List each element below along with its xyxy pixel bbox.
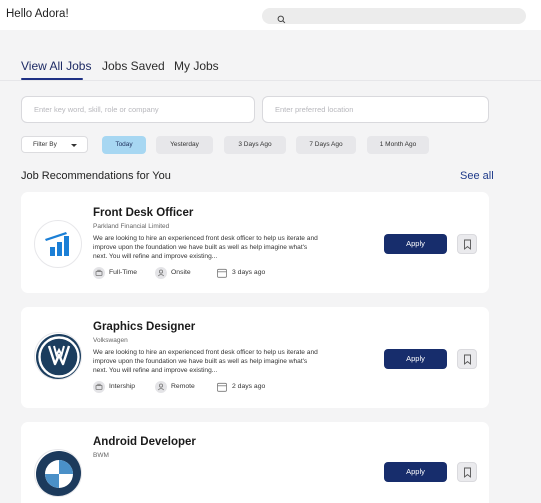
- person-icon: [155, 267, 167, 279]
- apply-button[interactable]: Apply: [384, 462, 447, 482]
- calendar-icon: [216, 381, 228, 393]
- company-name: BWM: [93, 452, 109, 459]
- bookmark-button[interactable]: [457, 234, 477, 254]
- calendar-icon: [216, 267, 228, 279]
- bookmark-button[interactable]: [457, 462, 477, 482]
- job-description: We are looking to hire an experienced fr…: [93, 349, 318, 374]
- job-card[interactable]: Android Developer BWM Apply: [21, 422, 489, 503]
- bookmark-icon: [464, 239, 471, 250]
- job-card[interactable]: Graphics Designer Volkswagen We are look…: [21, 307, 489, 408]
- bookmark-button[interactable]: [457, 349, 477, 369]
- greeting-text: Hello Adora!: [6, 8, 69, 20]
- top-bar: Hello Adora!: [0, 0, 541, 30]
- job-title[interactable]: Front Desk Officer: [93, 207, 193, 219]
- tab-jobs-saved[interactable]: Jobs Saved: [102, 59, 165, 73]
- chevron-down-icon: [71, 144, 77, 147]
- location-search-input[interactable]: [263, 97, 488, 122]
- job-title[interactable]: Android Developer: [93, 436, 196, 448]
- job-type-label: Intership: [109, 383, 136, 390]
- tab-view-all-jobs[interactable]: View All Jobs: [21, 59, 91, 73]
- person-icon: [155, 381, 167, 393]
- search-icon: [277, 11, 286, 29]
- job-mode-label: Remote: [171, 383, 195, 390]
- tab-my-jobs[interactable]: My Jobs: [174, 59, 219, 73]
- filter-by-label: Filter By: [33, 141, 57, 148]
- keyword-search-input[interactable]: [22, 97, 254, 122]
- bookmark-icon: [464, 354, 471, 365]
- bmw-logo-icon: [34, 449, 82, 497]
- global-search-input[interactable]: [262, 8, 526, 24]
- company-name: Parkland Financial Limited: [93, 223, 170, 230]
- parkland-logo-icon: [34, 220, 82, 268]
- location-search-field[interactable]: [262, 96, 489, 123]
- chip-today[interactable]: Today: [102, 136, 146, 154]
- posted-label: 2 days ago: [232, 383, 266, 390]
- bookmark-icon: [464, 467, 471, 478]
- job-card[interactable]: Front Desk Officer Parkland Financial Li…: [21, 192, 489, 293]
- briefcase-icon: [93, 267, 105, 279]
- apply-button[interactable]: Apply: [384, 234, 447, 254]
- filter-by-dropdown[interactable]: Filter By: [21, 136, 88, 153]
- job-title[interactable]: Graphics Designer: [93, 321, 195, 333]
- job-description: We are looking to hire an experienced fr…: [93, 235, 318, 260]
- posted-label: 3 days ago: [232, 269, 266, 276]
- company-name: Volkswagen: [93, 337, 128, 344]
- chip-7-days-ago[interactable]: 7 Days Ago: [296, 136, 356, 154]
- see-all-link[interactable]: See all: [460, 170, 494, 182]
- job-mode-label: Onsite: [171, 269, 191, 276]
- keyword-search-field[interactable]: [21, 96, 255, 123]
- chip-yesterday[interactable]: Yesterday: [156, 136, 213, 154]
- job-meta: Intership Remote 2 days ago: [93, 381, 313, 393]
- job-meta: Full-Time Onsite 3 days ago: [93, 267, 313, 279]
- tabs-divider: [0, 80, 541, 81]
- apply-button[interactable]: Apply: [384, 349, 447, 369]
- job-type-label: Full-Time: [109, 269, 138, 276]
- briefcase-icon: [93, 381, 105, 393]
- chip-1-month-ago[interactable]: 1 Month Ago: [367, 136, 429, 154]
- volkswagen-logo-icon: [34, 332, 82, 380]
- recommendations-heading: Job Recommendations for You: [21, 170, 171, 182]
- jobs-page: View All Jobs Jobs Saved My Jobs Filter …: [0, 30, 541, 503]
- filter-row: Filter By Today Yesterday 3 Days Ago 7 D…: [21, 136, 521, 154]
- chip-3-days-ago[interactable]: 3 Days Ago: [224, 136, 286, 154]
